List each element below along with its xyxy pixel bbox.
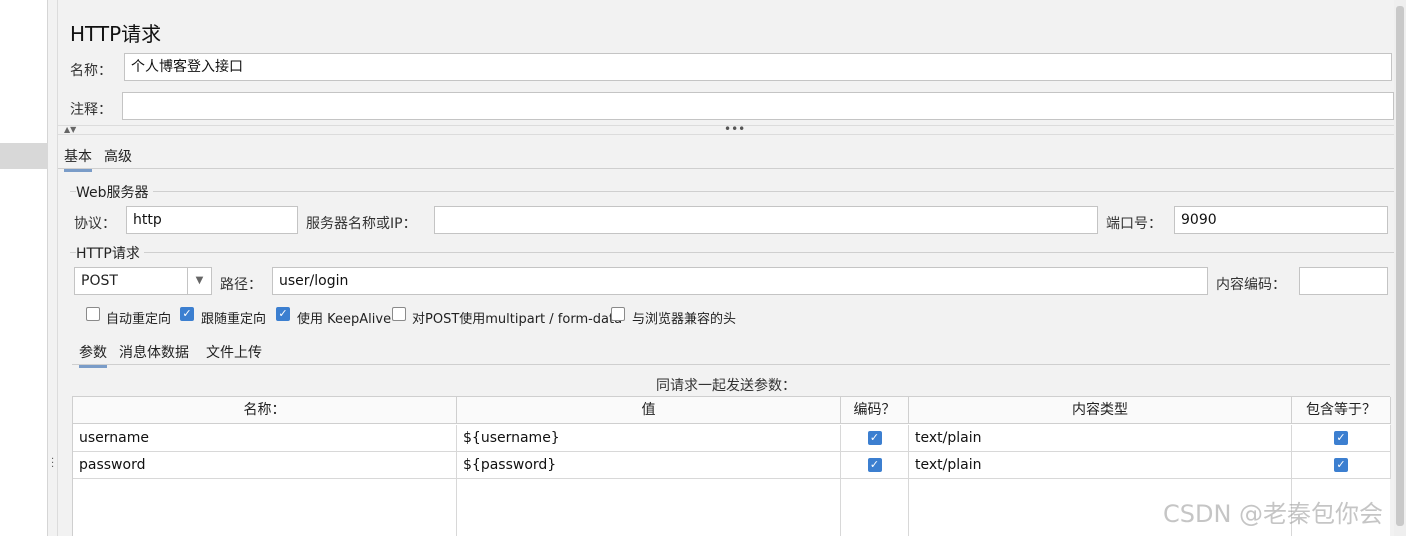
scrollbar-thumb[interactable] bbox=[1396, 6, 1404, 526]
group-title-http-request: HTTP请求 bbox=[76, 243, 144, 263]
name-label: 名称： bbox=[70, 63, 112, 79]
sampler-panel: HTTP请求 名称： 个人博客登入接口 注释： ▲▼ ••• 基本 高级 Web… bbox=[58, 0, 1394, 536]
encoding-field[interactable] bbox=[1299, 267, 1388, 295]
page-title: HTTP请求 bbox=[70, 22, 162, 46]
drag-handle-icon[interactable]: · · · bbox=[51, 455, 54, 473]
check-icon[interactable]: ✓ bbox=[867, 458, 882, 472]
port-label: 端口号： bbox=[1106, 216, 1162, 232]
table-cell-value[interactable]: ${password} bbox=[457, 452, 841, 479]
empty-column bbox=[841, 479, 909, 536]
port-field[interactable]: 9090 bbox=[1174, 206, 1388, 234]
comment-label: 注释： bbox=[70, 102, 112, 118]
group-title-web-server: Web服务器 bbox=[76, 182, 153, 202]
name-field[interactable]: 个人博客登入接口 bbox=[124, 53, 1392, 81]
browser-headers-checkbox[interactable] bbox=[611, 307, 625, 321]
browser-headers-label: 与浏览器兼容的头 bbox=[632, 312, 737, 327]
empty-column bbox=[457, 479, 841, 536]
check-icon[interactable]: ✓ bbox=[1334, 431, 1348, 445]
check-icon: ✓ bbox=[278, 307, 288, 320]
auto-redirect-checkbox[interactable] bbox=[86, 307, 100, 321]
tree-panel bbox=[0, 0, 48, 536]
method-select[interactable]: POST ▼ bbox=[74, 267, 212, 295]
encoding-label: 内容编码： bbox=[1216, 277, 1286, 293]
pane-splitter[interactable]: · · · bbox=[48, 0, 58, 536]
path-label: 路径： bbox=[220, 277, 262, 293]
comment-field[interactable] bbox=[122, 92, 1394, 120]
group-line-http bbox=[70, 252, 1394, 253]
tab-divider bbox=[58, 168, 1394, 169]
multipart-checkbox[interactable] bbox=[392, 307, 406, 321]
table-cell-content-type[interactable]: text/plain bbox=[909, 425, 1292, 452]
keepalive-checkbox[interactable]: ✓ bbox=[276, 307, 290, 321]
table-cell-value[interactable]: ${username} bbox=[457, 425, 841, 452]
follow-redirect-label: 跟随重定向 bbox=[201, 312, 267, 327]
tree-selected-item[interactable] bbox=[0, 143, 48, 169]
empty-column bbox=[73, 479, 457, 536]
check-icon[interactable]: ✓ bbox=[867, 431, 882, 445]
params-caption: 同请求一起发送参数： bbox=[656, 378, 796, 394]
collapse-arrows-icon[interactable]: ▲▼ bbox=[64, 125, 76, 134]
table-cell-include-equals[interactable]: ✓ bbox=[1292, 452, 1391, 479]
protocol-label: 协议： bbox=[74, 216, 116, 232]
server-field[interactable] bbox=[434, 206, 1098, 234]
vertical-scrollbar[interactable] bbox=[1394, 0, 1406, 536]
chevron-down-icon[interactable]: ▼ bbox=[187, 268, 211, 294]
server-label: 服务器名称或IP： bbox=[306, 216, 417, 232]
follow-redirect-checkbox[interactable]: ✓ bbox=[180, 307, 194, 321]
col-header-encode[interactable]: 编码？ bbox=[841, 397, 909, 424]
more-icon[interactable]: ••• bbox=[724, 122, 745, 136]
collapse-divider[interactable]: ▲▼ ••• bbox=[58, 122, 1394, 136]
protocol-field[interactable]: http bbox=[126, 206, 298, 234]
check-icon: ✓ bbox=[182, 307, 192, 320]
tab-file-upload[interactable]: 文件上传 bbox=[206, 342, 262, 362]
watermark: CSDN @老秦包你会 bbox=[1163, 500, 1384, 528]
tab-advanced[interactable]: 高级 bbox=[104, 146, 132, 166]
group-line-web bbox=[70, 191, 1394, 192]
table-cell-encode[interactable]: ✓ bbox=[841, 452, 909, 479]
method-value: POST bbox=[81, 273, 118, 289]
keepalive-label: 使用 KeepAlive bbox=[297, 312, 392, 327]
table-cell-name[interactable]: username bbox=[73, 425, 457, 452]
check-icon[interactable]: ✓ bbox=[1334, 458, 1348, 472]
table-cell-encode[interactable]: ✓ bbox=[841, 425, 909, 452]
col-header-include-equals[interactable]: 包含等于？ bbox=[1292, 397, 1391, 424]
multipart-label: 对POST使用multipart / form-data bbox=[412, 312, 623, 327]
auto-redirect-label: 自动重定向 bbox=[106, 312, 172, 327]
col-header-value[interactable]: 值 bbox=[457, 397, 841, 424]
tab-body-data[interactable]: 消息体数据 bbox=[119, 342, 189, 362]
body-tab-divider bbox=[72, 364, 1390, 365]
col-header-content-type[interactable]: 内容类型 bbox=[909, 397, 1292, 424]
col-header-name[interactable]: 名称： bbox=[73, 397, 457, 424]
table-cell-content-type[interactable]: text/plain bbox=[909, 452, 1292, 479]
table-cell-name[interactable]: password bbox=[73, 452, 457, 479]
path-field[interactable]: user/login bbox=[272, 267, 1208, 295]
table-cell-include-equals[interactable]: ✓ bbox=[1292, 425, 1391, 452]
